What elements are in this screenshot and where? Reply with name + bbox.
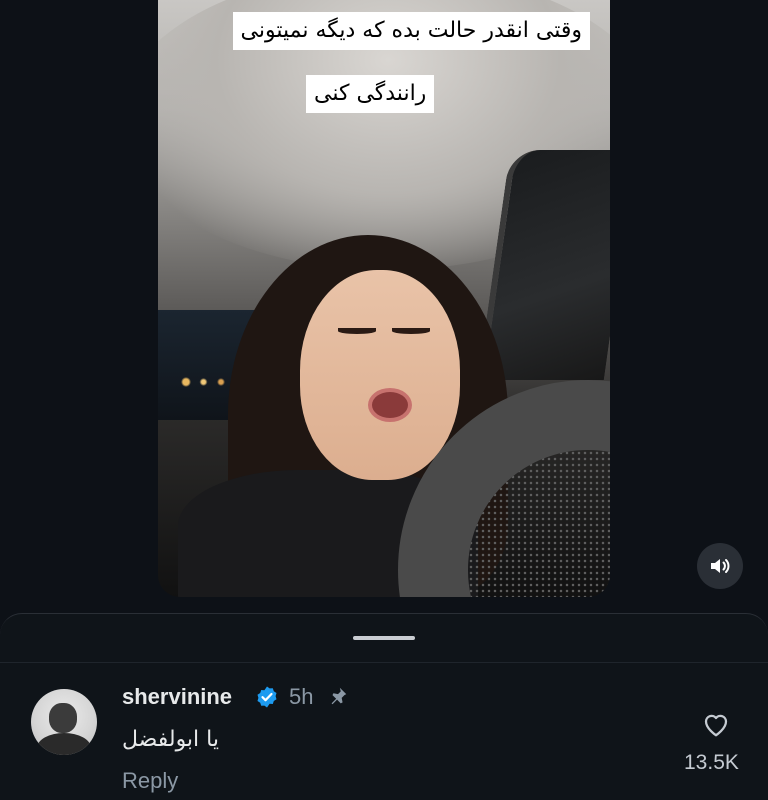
heart-outline-icon[interactable] [701, 710, 731, 738]
video-frame-eye-right [392, 328, 430, 334]
sheet-divider [0, 662, 768, 663]
comment-timestamp: 5h [289, 684, 314, 709]
comment-text: یا ابولفضل [122, 727, 219, 752]
comments-sheet [0, 613, 768, 800]
video-frame-person-face [300, 270, 460, 480]
pin-icon [331, 687, 347, 705]
video-frame-mouth [368, 388, 412, 422]
speaker-sound-on-icon [711, 559, 730, 573]
video-frame-eye-left [338, 328, 376, 334]
sound-toggle-button[interactable] [697, 543, 743, 589]
video-caption-line-2: رانندگی کنی [306, 75, 435, 113]
tiktok-comment-screen: وقتی انقدر حالت بده که دیگه نمیتونی رانن… [0, 0, 768, 800]
video-caption-line-1: وقتی انقدر حالت بده که دیگه نمیتونی [232, 12, 590, 50]
like-count: 13.5K [684, 751, 739, 774]
reply-button[interactable]: Reply [122, 768, 178, 794]
verified-badge-icon [257, 686, 277, 708]
avatar[interactable] [31, 689, 97, 755]
video-player[interactable]: وقتی انقدر حالت بده که دیگه نمیتونی رانن… [158, 0, 610, 597]
sheet-drag-handle[interactable] [353, 636, 415, 640]
comment-username[interactable]: shervinine [122, 684, 232, 710]
avatar-shoulders [37, 733, 91, 755]
avatar-head [49, 703, 77, 733]
